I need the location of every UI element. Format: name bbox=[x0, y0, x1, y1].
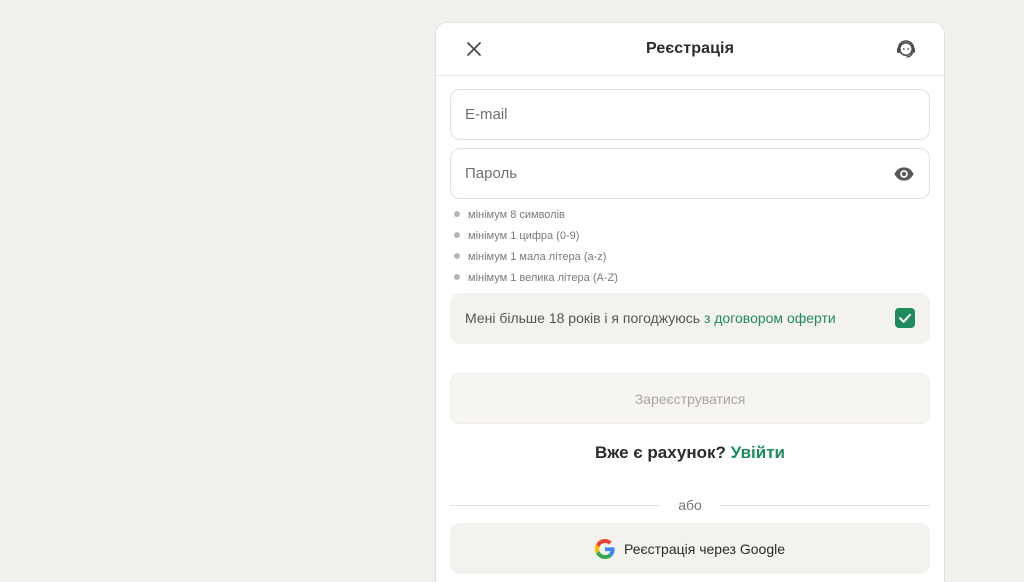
password-rule: мінімум 8 символів bbox=[454, 205, 618, 226]
password-rules-list: мінімум 8 символів мінімум 1 цифра (0-9)… bbox=[454, 205, 618, 289]
login-link[interactable]: Увійти bbox=[731, 443, 785, 462]
age-agreement-row[interactable]: Мені більше 18 років і я погоджуюсь з до… bbox=[450, 293, 930, 344]
eye-icon[interactable] bbox=[893, 163, 915, 185]
divider-line bbox=[720, 505, 930, 506]
bullet-dot bbox=[454, 274, 460, 280]
rule-text: мінімум 1 велика літера (A-Z) bbox=[468, 272, 618, 284]
login-prompt: Вже є рахунок? Увійти bbox=[436, 443, 944, 463]
register-button[interactable]: Зареєструватися bbox=[450, 373, 930, 424]
bullet-dot bbox=[454, 232, 460, 238]
password-rule: мінімум 1 велика літера (A-Z) bbox=[454, 268, 618, 289]
rule-text: мінімум 1 цифра (0-9) bbox=[468, 230, 580, 242]
agreement-text: Мені більше 18 років і я погоджуюсь з до… bbox=[465, 293, 836, 344]
password-rule: мінімум 1 цифра (0-9) bbox=[454, 226, 618, 247]
page-background: Реєстрація мінімум 8 символів bbox=[0, 0, 1024, 582]
modal-title: Реєстрація bbox=[645, 40, 735, 57]
modal-header: Реєстрація bbox=[436, 23, 944, 76]
close-icon[interactable] bbox=[464, 39, 484, 59]
registration-modal: Реєстрація мінімум 8 символів bbox=[435, 22, 945, 582]
google-button-label: Реєстрація через Google bbox=[623, 540, 786, 557]
rule-text: мінімум 1 мала літера (a-z) bbox=[468, 251, 607, 263]
password-input[interactable] bbox=[465, 149, 865, 198]
offer-agreement-link[interactable]: з договором оферти bbox=[704, 310, 836, 326]
agreement-checkbox[interactable] bbox=[895, 308, 915, 328]
headset-icon[interactable] bbox=[894, 37, 918, 61]
rule-text: мінімум 8 символів bbox=[468, 209, 565, 221]
bullet-dot bbox=[454, 211, 460, 217]
google-icon bbox=[594, 538, 615, 559]
google-register-button[interactable]: Реєстрація через Google bbox=[450, 523, 930, 574]
email-field[interactable] bbox=[450, 89, 930, 140]
or-divider: або bbox=[450, 495, 930, 515]
bullet-dot bbox=[454, 253, 460, 259]
login-question: Вже є рахунок? bbox=[595, 443, 726, 462]
checkmark-icon bbox=[899, 313, 911, 323]
password-rule: мінімум 1 мала літера (a-z) bbox=[454, 247, 618, 268]
agreement-label: Мені більше 18 років і я погоджуюсь bbox=[465, 310, 704, 326]
password-field[interactable] bbox=[450, 148, 930, 199]
email-input[interactable] bbox=[465, 90, 865, 139]
